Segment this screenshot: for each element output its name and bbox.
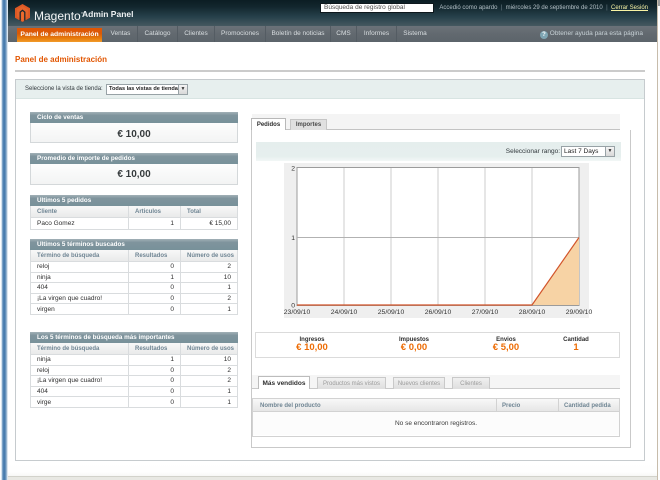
svg-text:27/09/10: 27/09/10	[472, 309, 499, 316]
svg-text:2: 2	[291, 166, 295, 173]
svg-text:26/09/10: 26/09/10	[425, 309, 452, 316]
svg-text:28/09/10: 28/09/10	[519, 309, 546, 316]
svg-text:1: 1	[291, 235, 295, 242]
svg-text:24/09/10: 24/09/10	[331, 309, 358, 316]
svg-text:23/09/10: 23/09/10	[284, 309, 311, 316]
svg-text:25/09/10: 25/09/10	[378, 309, 405, 316]
svg-text:29/09/10: 29/09/10	[566, 309, 593, 316]
